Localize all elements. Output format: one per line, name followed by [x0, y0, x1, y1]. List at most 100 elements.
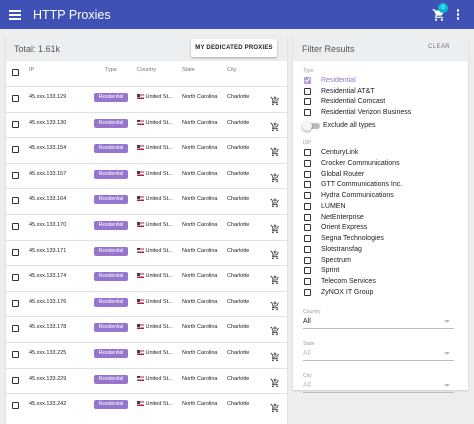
type-checkbox[interactable]	[304, 87, 311, 95]
row-country-text: United St...	[145, 196, 173, 203]
column-header-ip[interactable]: IP	[29, 67, 34, 79]
row-ip: 45.xxx.133.174	[29, 273, 67, 280]
add-shopping-cart-icon[interactable]	[270, 119, 280, 131]
row-ip: 45.xxx.133.242	[29, 401, 67, 408]
isp-checkbox[interactable]	[304, 202, 311, 210]
row-checkbox[interactable]	[12, 146, 19, 154]
column-header-state[interactable]: State	[182, 67, 195, 79]
table-row[interactable]: 45.xxx.133.171 Residential United St... Nor…	[6, 239, 287, 265]
table-row[interactable]: 45.xxx.133.178 Residential United St... Nor…	[6, 316, 287, 341]
total-count: Total: 1.61k	[14, 43, 61, 54]
isp-checkbox[interactable]	[304, 170, 311, 178]
row-city: Charlotte	[227, 196, 250, 203]
type-checkbox[interactable]	[304, 76, 311, 84]
my-dedicated-proxies-button[interactable]: MY DEDICATED PROXIES	[191, 39, 277, 57]
isp-checkbox[interactable]	[304, 235, 311, 242]
table-row[interactable]: 45.xxx.133.129 Residential United St... Nor…	[6, 86, 287, 111]
isp-checkbox[interactable]	[304, 181, 311, 189]
row-checkbox[interactable]	[12, 299, 19, 307]
isp-option-label: Global Router	[321, 170, 365, 178]
table-row[interactable]: 45.xxx.133.130 Residential United St... Nor…	[6, 111, 287, 137]
table-row[interactable]: 45.xxx.133.225 Residential United St... Nor…	[6, 342, 287, 367]
row-city: Charlotte	[227, 222, 250, 228]
type-checkbox[interactable]	[304, 109, 311, 117]
row-checkbox[interactable]	[12, 223, 19, 230]
add-shopping-cart-icon[interactable]	[270, 375, 280, 387]
state-chevron-down-icon[interactable]	[444, 352, 450, 355]
menu-icon[interactable]	[9, 8, 21, 22]
row-checkbox[interactable]	[12, 248, 19, 256]
column-header-type[interactable]: Type	[105, 67, 117, 79]
row-city: Charlotte	[227, 119, 250, 126]
city-chevron-down-icon[interactable]	[444, 384, 450, 387]
isp-option-label: CenturyLink	[321, 149, 359, 156]
add-shopping-cart-icon[interactable]	[270, 298, 280, 310]
column-header-city[interactable]: City	[227, 67, 236, 79]
add-shopping-cart-icon[interactable]	[270, 195, 280, 208]
row-ip: 45.xxx.133.178	[29, 324, 67, 331]
table-row[interactable]: 45.xxx.133.164 Residential United St... Nor…	[6, 188, 287, 213]
row-checkbox[interactable]	[12, 274, 19, 282]
app-bar: HTTP Proxies 0	[0, 0, 474, 29]
row-checkbox[interactable]	[12, 376, 19, 384]
row-city: Charlotte	[227, 247, 250, 254]
type-badge: Residential	[94, 93, 128, 102]
isp-checkbox[interactable]	[304, 224, 311, 232]
country-select-value[interactable]: All	[303, 318, 311, 325]
row-checkbox[interactable]	[12, 351, 19, 358]
us-flag-icon	[137, 119, 144, 125]
isp-checkbox[interactable]	[304, 256, 311, 264]
exclude-toggle-knob[interactable]	[302, 121, 312, 131]
row-country-text: United St...	[145, 324, 173, 331]
table-row[interactable]: 45.xxx.133.157 Residential United St... Nor…	[6, 162, 287, 188]
isp-checkbox[interactable]	[304, 192, 311, 199]
add-shopping-cart-icon[interactable]	[270, 221, 280, 234]
table-row[interactable]: 45.xxx.133.242 Residential United St... Nor…	[6, 393, 287, 418]
more-vert-icon[interactable]	[456, 9, 460, 21]
type-badge: Residential	[94, 323, 128, 333]
isp-checkbox[interactable]	[304, 159, 311, 167]
add-shopping-cart-icon[interactable]	[270, 323, 280, 336]
country-chevron-down-icon[interactable]	[444, 320, 450, 323]
isp-checkbox[interactable]	[304, 288, 311, 296]
add-shopping-cart-icon[interactable]	[270, 170, 280, 182]
row-checkbox[interactable]	[12, 197, 19, 205]
us-flag-icon	[137, 94, 144, 100]
isp-checkbox[interactable]	[304, 278, 311, 285]
column-header-country[interactable]: Country	[137, 67, 156, 79]
table-row[interactable]: 45.xxx.133.174 Residential United St... Nor…	[6, 265, 287, 290]
add-shopping-cart-icon[interactable]	[270, 247, 280, 259]
type-badge: Residential	[94, 195, 128, 205]
add-shopping-cart-icon[interactable]	[270, 272, 280, 285]
row-state: North Carolina	[182, 145, 218, 152]
select-all-checkbox[interactable]	[12, 69, 19, 76]
isp-option-label: GTT Communications Inc.	[321, 181, 403, 189]
row-ip: 45.xxx.133.130	[29, 119, 67, 126]
add-shopping-cart-icon[interactable]	[270, 93, 280, 106]
state-select-value[interactable]: All	[303, 350, 311, 357]
city-select-value[interactable]: All	[303, 382, 311, 389]
isp-checkbox[interactable]	[304, 149, 311, 156]
add-shopping-cart-icon[interactable]	[270, 144, 280, 157]
isp-checkbox[interactable]	[304, 213, 311, 221]
filter-title: Filter Results	[302, 43, 355, 54]
add-shopping-cart-icon[interactable]	[270, 400, 280, 413]
table-row[interactable]: 45.xxx.133.154 Residential United St... Nor…	[6, 137, 287, 162]
isp-checkbox[interactable]	[304, 267, 311, 275]
row-checkbox[interactable]	[12, 402, 19, 410]
filter-header: Filter Results CLEAR	[293, 36, 468, 61]
add-shopping-cart-icon[interactable]	[270, 349, 280, 362]
row-checkbox[interactable]	[12, 325, 19, 333]
isp-checkbox[interactable]	[304, 245, 311, 253]
isp-option-label: Telecom Services	[321, 278, 376, 285]
clear-button[interactable]: CLEAR	[428, 44, 450, 50]
table-row[interactable]: 45.xxx.133.176 Residential United St... Nor…	[6, 290, 287, 316]
row-checkbox[interactable]	[12, 95, 19, 102]
table-row[interactable]: 45.xxx.133.229 Residential United St... Nor…	[6, 367, 287, 393]
row-checkbox[interactable]	[12, 171, 19, 179]
row-ip: 45.xxx.133.164	[29, 196, 67, 203]
type-checkbox[interactable]	[304, 98, 311, 106]
table-row[interactable]: 45.xxx.133.170 Residential United St... Nor…	[6, 214, 287, 239]
row-checkbox[interactable]	[12, 120, 19, 128]
city-select-underline	[303, 392, 454, 393]
